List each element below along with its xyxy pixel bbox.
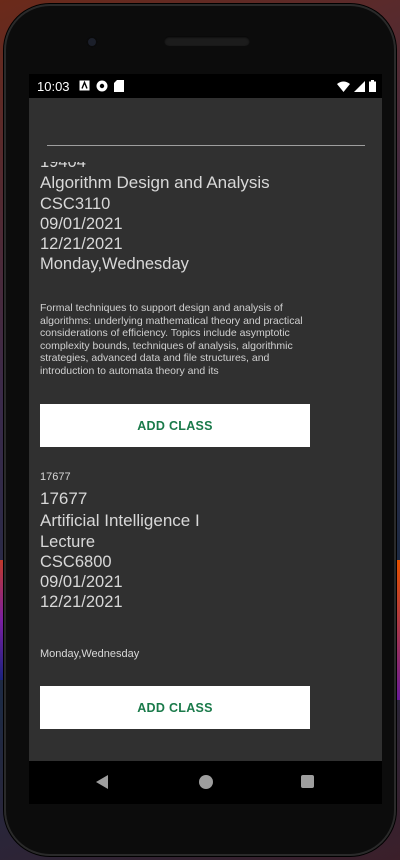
add-class-button[interactable]: ADD CLASS	[40, 404, 310, 447]
course-list-view[interactable]: 19404 Algorithm Design and Analysis CSC3…	[29, 98, 382, 761]
battery-icon	[369, 80, 376, 92]
course-card: 17677 17677 Artificial Intelligence I Le…	[29, 471, 382, 729]
course-end-date: 12/21/2021	[40, 235, 123, 253]
notification-icons	[79, 80, 124, 92]
course-crn-small: 17677	[40, 471, 71, 483]
notification-a-icon	[79, 80, 90, 91]
course-description: Formal techniques to support design and …	[40, 302, 303, 377]
notification-g-icon	[96, 80, 108, 92]
back-icon[interactable]	[96, 775, 108, 789]
navigation-bar	[29, 761, 382, 804]
sd-card-icon	[114, 80, 124, 92]
recent-apps-icon[interactable]	[301, 775, 314, 788]
course-end-date: 12/21/2021	[40, 593, 123, 611]
course-card: 19404 Algorithm Design and Analysis CSC3…	[29, 162, 382, 447]
course-code: CSC3110	[40, 195, 111, 213]
cell-signal-icon	[354, 80, 365, 92]
earpiece-speaker	[164, 36, 250, 46]
wifi-icon	[337, 81, 350, 92]
add-class-button[interactable]: ADD CLASS	[40, 686, 310, 729]
course-list: 19404 Algorithm Design and Analysis CSC3…	[29, 154, 382, 729]
course-days: Monday,Wednesday	[40, 648, 140, 660]
course-code: CSC6800	[40, 553, 112, 571]
course-crn: 17677	[40, 489, 88, 508]
search-underline	[47, 145, 365, 146]
phone-screen: 10:03 19404 Algorithm Design and Analysi…	[29, 74, 382, 804]
system-status-icons	[337, 80, 376, 92]
course-type: Lecture	[40, 533, 96, 551]
course-days: Monday,Wednesday	[40, 255, 189, 273]
status-time: 10:03	[37, 79, 70, 94]
course-start-date: 09/01/2021	[40, 573, 123, 591]
phone-frame: 10:03 19404 Algorithm Design and Analysi…	[4, 4, 396, 856]
course-start-date: 09/01/2021	[40, 215, 123, 233]
course-title: Algorithm Design and Analysis	[40, 173, 270, 192]
course-crn: 19404	[40, 162, 86, 171]
status-bar: 10:03	[29, 74, 382, 98]
course-title: Artificial Intelligence I	[40, 511, 200, 530]
home-icon[interactable]	[199, 775, 213, 789]
front-camera	[86, 36, 98, 48]
